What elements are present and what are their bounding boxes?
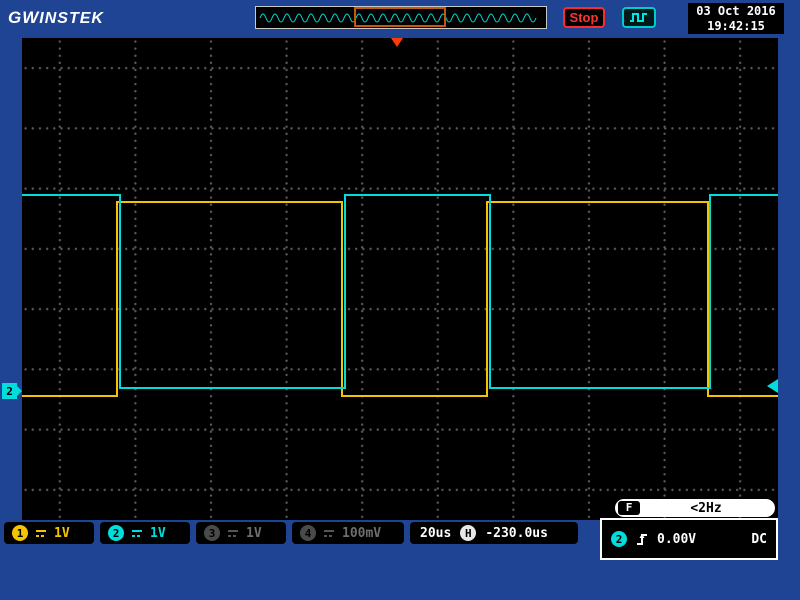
channel2-ground-marker[interactable]: 2 xyxy=(2,383,22,399)
waveform-preview[interactable] xyxy=(255,6,547,29)
trigger-source-badge: 2 xyxy=(611,531,627,547)
frequency-value: <2Hz xyxy=(690,500,722,516)
channel1-scale: 1V xyxy=(54,525,70,541)
channel4-badge: 4 xyxy=(300,525,316,541)
channel3-coupling-icon xyxy=(228,529,238,537)
trigger-level-marker[interactable] xyxy=(767,379,778,393)
rising-edge-icon xyxy=(637,533,647,545)
date-text: 03 Oct 2016 xyxy=(696,4,776,18)
zoom-window-handle[interactable] xyxy=(354,7,446,27)
channel3-scale: 1V xyxy=(246,525,262,541)
frequency-readout: F <2Hz xyxy=(615,499,775,517)
channel4-status[interactable]: 4 100mV xyxy=(292,522,404,544)
top-bar: GWINSTEK Stop 03 Oct 2016 19:42:15 xyxy=(0,0,800,36)
timebase-scale: 20us xyxy=(420,525,452,541)
trigger-mode-button[interactable] xyxy=(622,7,656,28)
trigger-status-panel[interactable]: 2 0.00V DC xyxy=(600,518,778,560)
logo-prefix: GW xyxy=(8,8,40,27)
channel2-status[interactable]: 2 1V xyxy=(100,522,190,544)
channel3-badge: 3 xyxy=(204,525,220,541)
channel3-status[interactable]: 3 1V xyxy=(196,522,286,544)
horizontal-icon: H xyxy=(460,525,477,541)
stop-button[interactable]: Stop xyxy=(563,7,605,28)
status-bar: 1 1V 2 1V 3 1V 4 100mV 20us H -230.0us xyxy=(0,520,596,546)
channel4-coupling-icon xyxy=(324,529,334,537)
logo-name: INSTEK xyxy=(39,10,104,27)
channel1-status[interactable]: 1 1V xyxy=(4,522,94,544)
datetime-display: 03 Oct 2016 19:42:15 xyxy=(688,3,784,34)
channel4-scale: 100mV xyxy=(342,525,382,541)
channel2-scale: 1V xyxy=(150,525,166,541)
channel2-ground-marker-label: 2 xyxy=(6,384,13,398)
channel1-badge: 1 xyxy=(12,525,28,541)
oscilloscope-screen: GWINSTEK Stop 03 Oct 2016 19:42:15 F <2H… xyxy=(0,0,800,600)
trigger-level-value: 0.00V xyxy=(657,531,697,547)
frequency-icon: F xyxy=(618,501,640,515)
channel1-coupling-icon xyxy=(36,529,46,537)
square-wave-icon xyxy=(630,13,647,22)
channel2-coupling-icon xyxy=(132,529,142,537)
trigger-coupling: DC xyxy=(751,531,767,547)
horizontal-position: -230.0us xyxy=(485,525,548,541)
brand-logo: GWINSTEK xyxy=(8,8,104,28)
channel2-badge: 2 xyxy=(108,525,124,541)
graticule: F <2Hz xyxy=(22,38,778,520)
waveform-svg xyxy=(22,194,778,397)
trigger-position-marker[interactable] xyxy=(391,38,403,47)
time-text: 19:42:15 xyxy=(707,19,765,33)
timebase-status[interactable]: 20us H -230.0us xyxy=(410,522,578,544)
